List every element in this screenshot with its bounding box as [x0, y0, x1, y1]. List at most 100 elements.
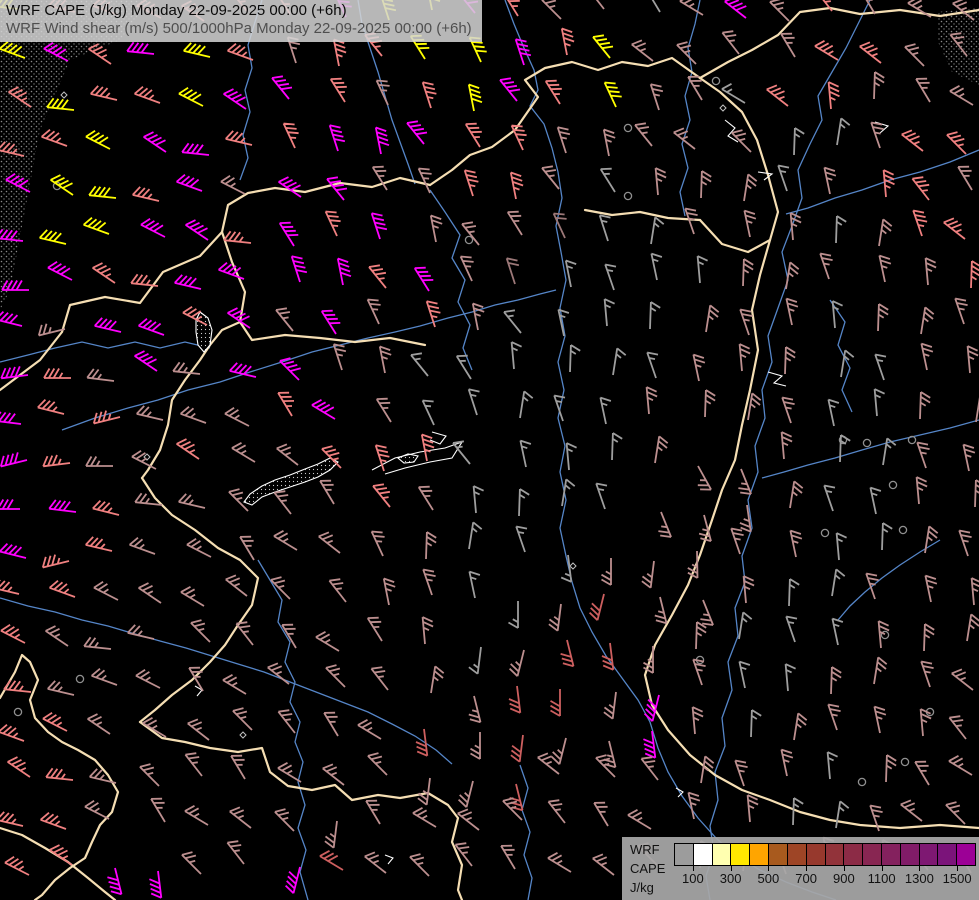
wind-barb: [786, 664, 796, 691]
river: [762, 420, 979, 478]
country-border: [0, 178, 430, 390]
wind-barb: [49, 500, 76, 512]
wind-barb: [278, 393, 294, 416]
wind-barb: [590, 594, 604, 620]
wind-barb: [647, 387, 658, 414]
wind-barb: [135, 87, 160, 103]
wind-barb: [240, 537, 254, 560]
wind-barb: [0, 580, 19, 594]
river: [680, 0, 700, 216]
map-graphics: [0, 0, 979, 900]
wind-barb: [182, 143, 209, 155]
wind-barb: [89, 186, 116, 198]
wind-barb: [410, 854, 429, 876]
wind-barb: [140, 764, 159, 786]
wind-barb: [286, 867, 300, 893]
wind-barb: [744, 174, 757, 201]
wind-barb: [225, 408, 249, 426]
wind-barb: [330, 125, 345, 151]
wind-barb: [963, 445, 975, 471]
wind-barb: [770, 0, 789, 21]
city-marker: [76, 675, 83, 682]
wind-barb: [322, 311, 341, 334]
wind-barb: [794, 713, 807, 740]
wind-barb: [86, 457, 113, 467]
wind-barb: [632, 40, 653, 61]
wind-barb: [93, 263, 115, 283]
wind-barb: [226, 575, 247, 596]
wind-barb: [277, 444, 298, 465]
wind-barb: [604, 692, 616, 719]
wind-barb: [968, 346, 979, 373]
wind-barb: [861, 0, 875, 14]
wind-barb: [469, 572, 480, 598]
wind-barb: [0, 544, 26, 558]
wind-barb: [949, 716, 966, 739]
wind-barb: [958, 167, 972, 190]
wind-barb: [219, 263, 244, 279]
wind-barb: [329, 579, 346, 602]
wind-barb: [135, 351, 157, 371]
wind-barb: [373, 484, 390, 507]
wind-barb: [971, 261, 979, 288]
wind-barb: [326, 212, 341, 237]
wind-barb: [879, 219, 892, 246]
wind-barb: [635, 123, 652, 146]
wind-barb: [508, 212, 522, 235]
wind-barb: [551, 689, 561, 716]
colorbar-cell-2: [712, 843, 732, 866]
wind-barb: [693, 355, 705, 381]
wind-barb: [473, 304, 484, 331]
wind-barb: [358, 720, 381, 739]
wind-barb: [423, 401, 434, 426]
wind-barb: [955, 299, 967, 325]
wind-barb: [748, 393, 761, 420]
title-overlay: WRF CAPE (J/kg) Monday 22-09-2025 00:00 …: [0, 0, 482, 42]
wind-barb: [46, 768, 73, 780]
wind-barb: [224, 89, 246, 109]
wind-barb: [612, 433, 622, 460]
legend-model-label: WRF: [630, 840, 665, 859]
country-border: [645, 240, 979, 828]
wind-barb: [647, 353, 658, 379]
city-marker: [624, 192, 631, 199]
city-marker: [624, 124, 631, 131]
wind-barb: [274, 491, 291, 514]
wind-barb: [135, 493, 162, 505]
wind-barb: [874, 657, 887, 684]
wind-barb: [175, 275, 201, 289]
wind-barb: [693, 707, 704, 734]
wind-barb: [372, 532, 385, 557]
wind-barb: [431, 666, 444, 693]
wind-barb: [875, 355, 886, 381]
wind-barb: [130, 538, 155, 554]
wind-barb: [416, 729, 427, 756]
wind-barb: [136, 670, 160, 688]
wind-barb: [558, 127, 570, 153]
wind-barb: [469, 647, 481, 674]
wind-barb: [312, 400, 335, 419]
wind-barb: [701, 171, 711, 198]
wind-barb: [921, 709, 932, 736]
wind-barb: [952, 669, 973, 690]
wind-barb: [917, 477, 928, 504]
wind-barb: [688, 793, 700, 819]
wind-barb: [874, 707, 886, 733]
wind-barb: [88, 714, 110, 734]
wind-barb: [548, 853, 571, 872]
wind-barb: [886, 755, 896, 782]
colorbar-tick-label: 1100: [868, 871, 896, 886]
wind-barb: [510, 650, 524, 676]
wind-barb: [384, 579, 395, 606]
wind-barb: [542, 166, 559, 189]
wind-barb: [604, 130, 615, 157]
wind-barb: [316, 632, 339, 651]
wind-barb: [913, 211, 927, 237]
wind-barb: [87, 369, 114, 381]
wind-barb: [368, 753, 387, 775]
wind-barb: [605, 83, 622, 108]
wind-barb: [870, 488, 881, 514]
wind-barb: [593, 854, 614, 875]
wind-barb: [319, 532, 340, 553]
wind-barb: [815, 41, 838, 60]
